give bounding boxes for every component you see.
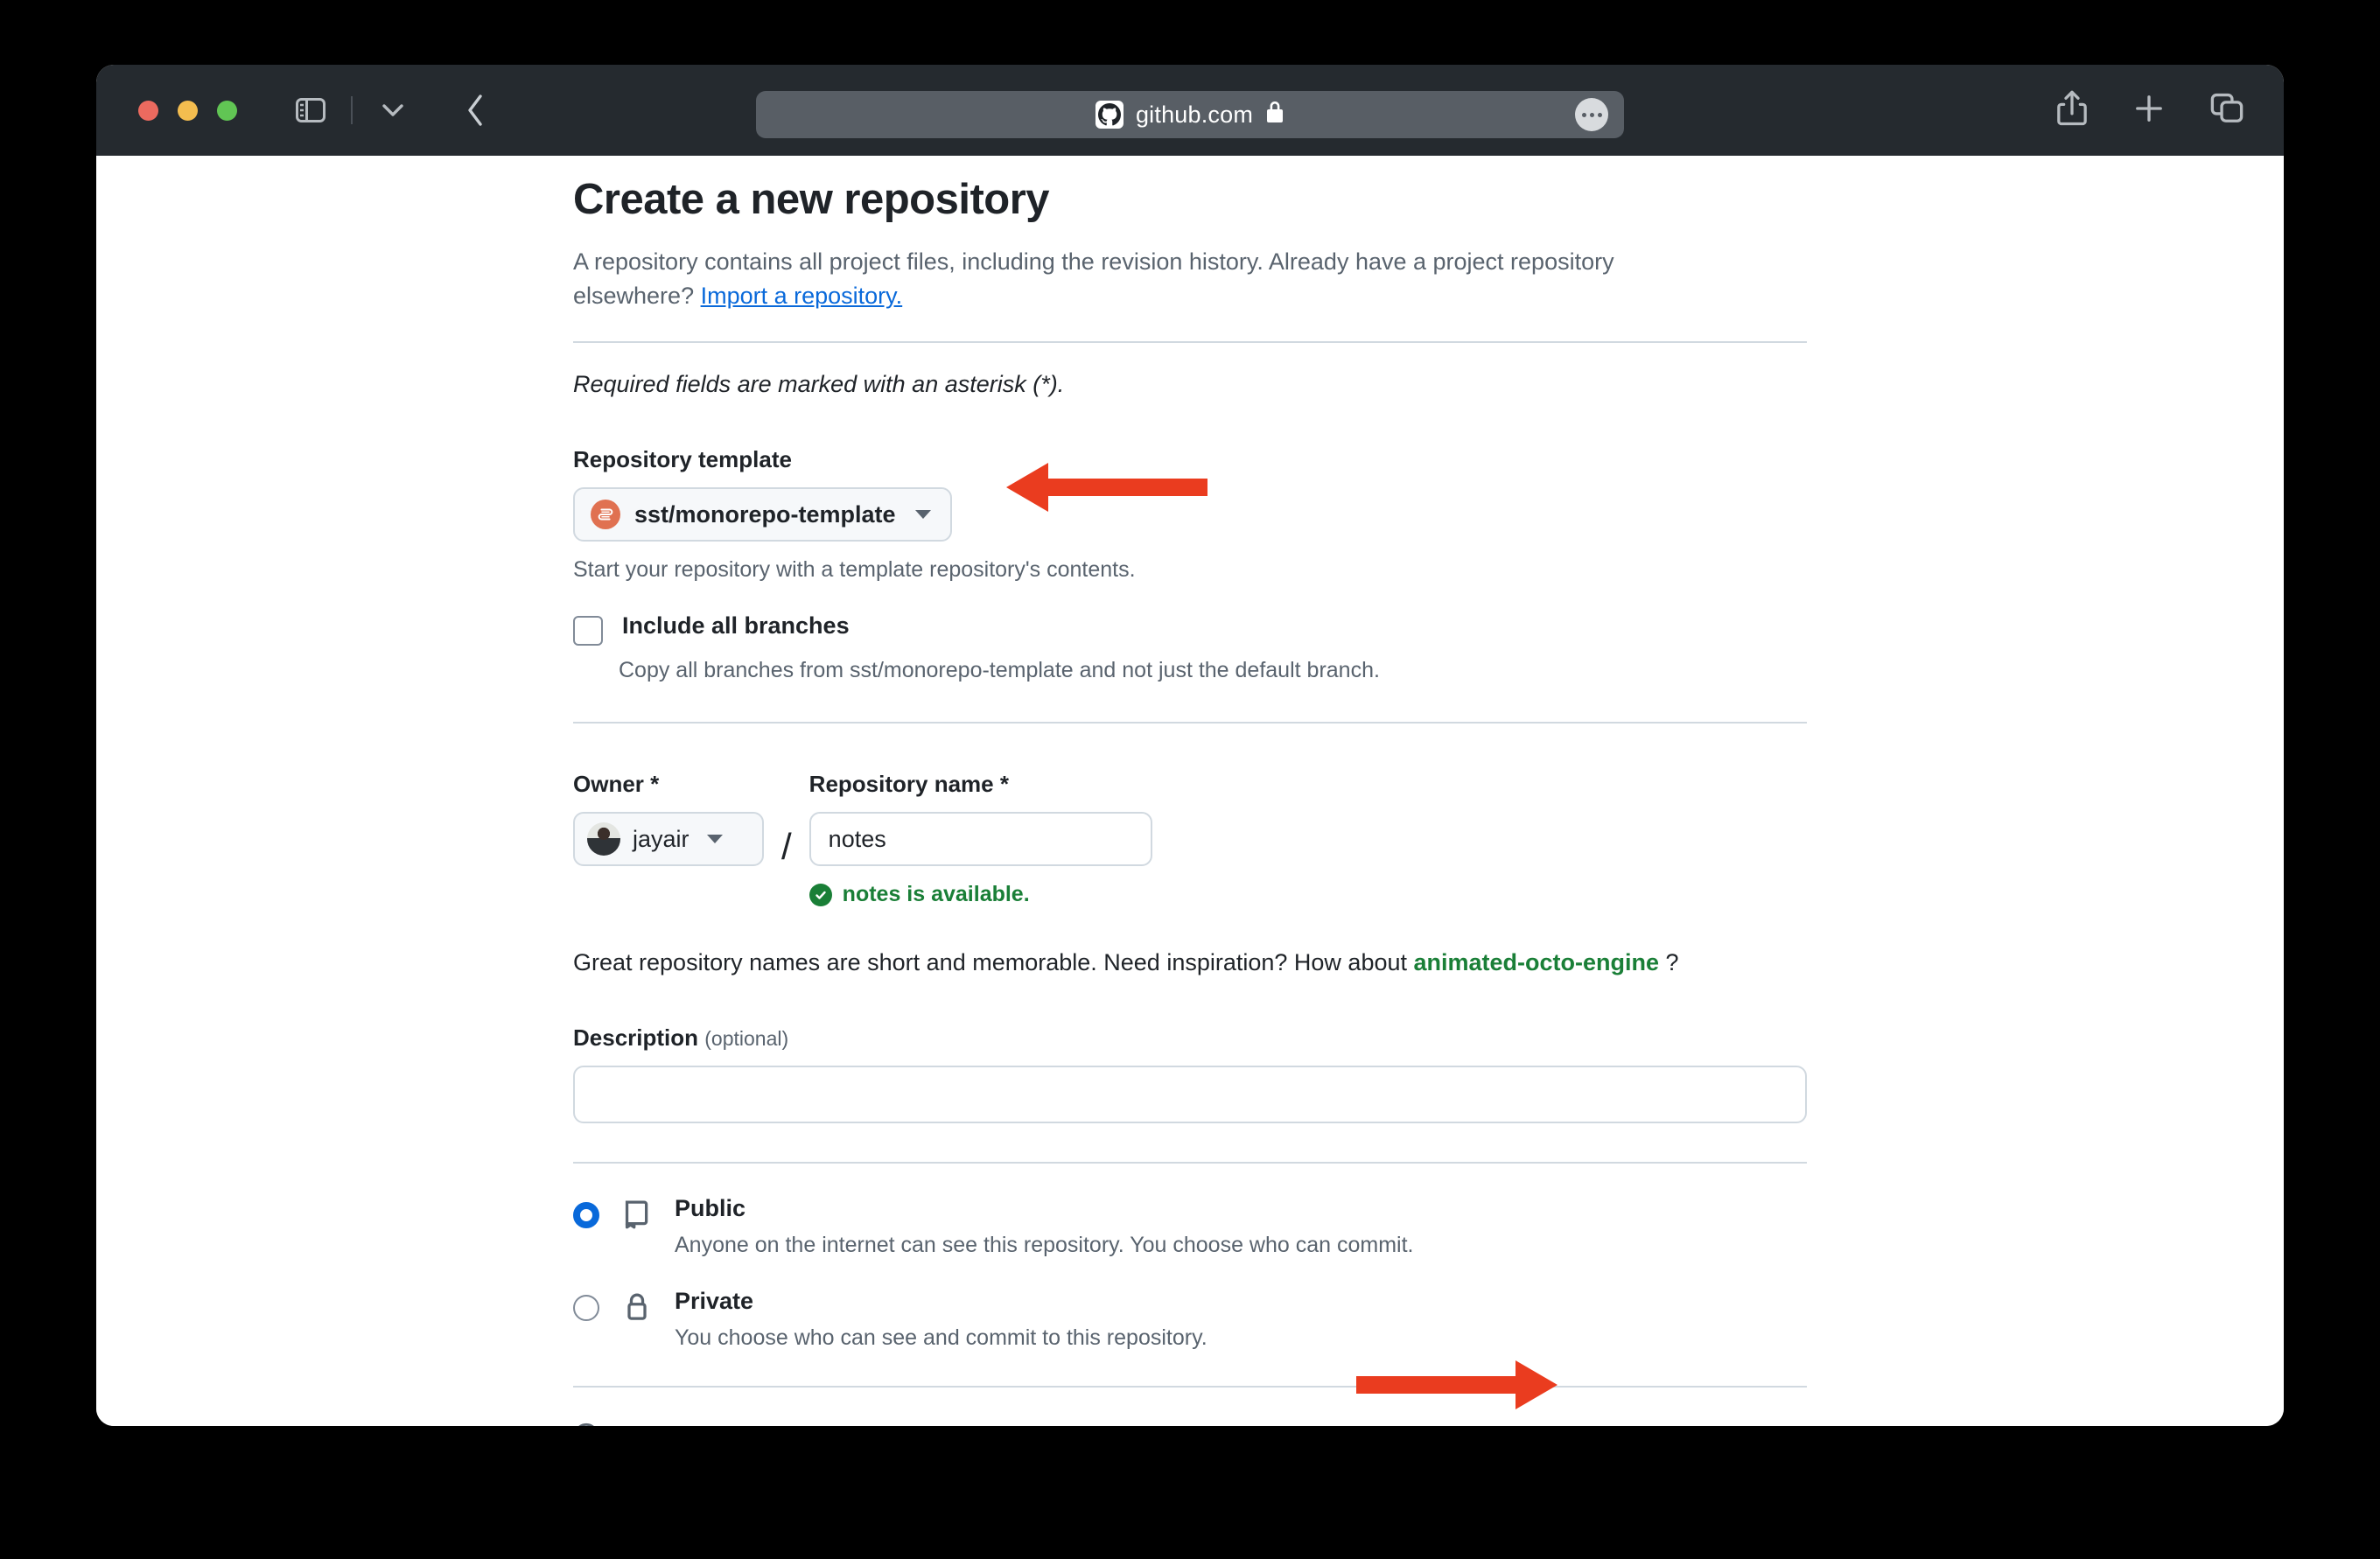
owner-and-name-row: Owner * jayair / Repository name * notes…	[573, 736, 1807, 907]
info-circle-icon	[573, 1423, 599, 1426]
repository-name-input[interactable]	[808, 812, 1152, 867]
include-all-branches-checkbox[interactable]	[573, 616, 603, 647]
private-radio[interactable]	[573, 1295, 599, 1322]
description-label-text: Description	[573, 1024, 699, 1052]
tab-overview-icon[interactable]	[2210, 93, 2244, 129]
visibility-option-public[interactable]: Public Anyone on the internet can see th…	[573, 1195, 1807, 1258]
caret-down-icon	[706, 835, 723, 844]
public-title: Public	[675, 1195, 746, 1222]
new-tab-icon[interactable]	[2133, 93, 2165, 129]
divider-notice	[573, 1386, 1807, 1388]
include-all-branches-row[interactable]: Include all branches	[573, 612, 1807, 647]
description-optional-text: (optional)	[704, 1027, 789, 1051]
github-octocat-icon	[1095, 101, 1124, 129]
owner-dropdown[interactable]: jayair	[573, 812, 764, 867]
account-notice: You are creating a public repository in …	[573, 1423, 1807, 1426]
public-text-block: Public Anyone on the internet can see th…	[675, 1195, 1413, 1258]
page-body: Create a new repository A repository con…	[96, 156, 2284, 1426]
repository-name-column: Repository name * notes is available.	[808, 736, 1152, 907]
window-controls[interactable]	[138, 100, 237, 121]
suggested-name-link[interactable]: animated-octo-engine	[1414, 949, 1660, 975]
close-window-button[interactable]	[138, 100, 158, 121]
create-repository-form: Create a new repository A repository con…	[573, 175, 1807, 1426]
description-input[interactable]	[573, 1066, 1807, 1124]
back-chevron-icon[interactable]	[454, 91, 496, 129]
repository-template-dropdown[interactable]: sst/monorepo-template	[573, 487, 952, 542]
address-bar[interactable]: github.com	[756, 91, 1624, 138]
repo-book-icon	[622, 1199, 652, 1234]
browser-toolbar: github.com	[96, 65, 2284, 156]
inspiration-text: Great repository names are short and mem…	[573, 949, 1807, 976]
include-all-branches-description: Copy all branches from sst/monorepo-temp…	[619, 658, 1380, 683]
share-icon[interactable]	[2056, 90, 2088, 131]
browser-window: github.com Create a new repository A rep…	[96, 65, 2284, 1426]
minimize-window-button[interactable]	[178, 100, 198, 121]
url-text: github.com	[1135, 101, 1254, 128]
required-fields-note: Required fields are marked with an aster…	[573, 371, 1065, 398]
visibility-option-private[interactable]: Private You choose who can see and commi…	[573, 1288, 1807, 1351]
sst-logo-icon	[591, 500, 620, 530]
account-notice-text: You are creating a public repository in …	[613, 1425, 1253, 1426]
divider-top	[573, 341, 1807, 344]
repository-name-label: Repository name *	[808, 771, 1009, 798]
repository-template-label: Repository template	[573, 446, 792, 473]
caret-down-icon	[914, 510, 931, 520]
divider-visibility	[573, 1162, 1807, 1164]
page-title: Create a new repository	[573, 176, 1050, 223]
chevron-down-icon[interactable]	[372, 91, 414, 129]
check-circle-icon	[808, 883, 832, 906]
screen: github.com Create a new repository A rep…	[0, 0, 2380, 1559]
maximize-window-button[interactable]	[217, 100, 237, 121]
description-label: Description (optional)	[573, 1024, 1807, 1052]
page-description: A repository contains all project files,…	[573, 245, 1719, 313]
inspiration-prefix: Great repository names are short and mem…	[573, 949, 1414, 976]
sidebar-toggle-icon[interactable]	[290, 91, 332, 129]
public-description: Anyone on the internet can see this repo…	[675, 1233, 1414, 1258]
toolbar-left-group	[290, 91, 496, 129]
owner-value: jayair	[633, 825, 690, 852]
divider-owner	[573, 722, 1807, 724]
toolbar-right-group	[2056, 90, 2244, 131]
repository-name-availability: notes is available.	[808, 882, 1152, 907]
private-title: Private	[675, 1288, 754, 1315]
owner-label: Owner *	[573, 771, 660, 798]
repository-template-value: sst/monorepo-template	[634, 500, 896, 528]
owner-name-separator: /	[781, 826, 792, 868]
user-avatar	[587, 822, 620, 856]
lock-icon	[1265, 101, 1284, 129]
private-description: You choose who can see and commit to thi…	[675, 1325, 1208, 1351]
include-all-branches-label: Include all branches	[622, 612, 850, 640]
lock-icon	[622, 1291, 652, 1327]
public-radio[interactable]	[573, 1202, 599, 1229]
repository-template-hint: Start your repository with a template re…	[573, 557, 1136, 583]
availability-text: notes is available.	[842, 882, 1030, 907]
address-bar-content: github.com	[1095, 101, 1284, 129]
owner-column: Owner * jayair	[573, 736, 764, 867]
page-menu-icon[interactable]	[1575, 98, 1608, 131]
toolbar-separator	[351, 96, 353, 124]
inspiration-suffix: ?	[1659, 949, 1679, 976]
import-repository-link[interactable]: Import a repository.	[701, 283, 903, 309]
private-text-block: Private You choose who can see and commi…	[675, 1288, 1208, 1351]
